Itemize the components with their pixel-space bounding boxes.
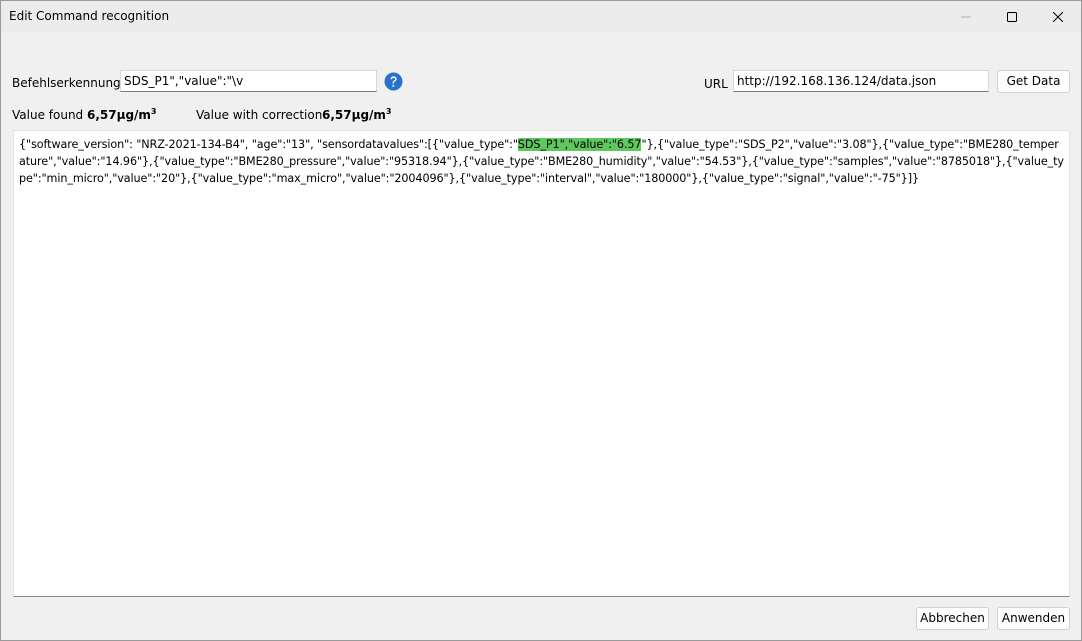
get-data-button[interactable]: Get Data [997, 70, 1070, 93]
url-label: URL [704, 77, 728, 91]
url-input[interactable] [733, 70, 989, 92]
title-bar[interactable]: Edit Command recognition [1, 1, 1081, 32]
minimize-icon [961, 16, 971, 17]
help-icon[interactable] [384, 72, 403, 91]
minimize-button[interactable] [943, 1, 989, 32]
apply-button[interactable]: Anwenden [997, 607, 1070, 630]
dialog-window: Edit Command recognition Befehlserkennun… [0, 0, 1082, 641]
json-match-highlight: SDS_P1","value":"6.57 [517, 138, 642, 151]
close-icon [1053, 11, 1063, 22]
value-found: 6,57µg/m3 [87, 107, 157, 122]
window-title: Edit Command recognition [9, 9, 170, 23]
maximize-button[interactable] [989, 1, 1035, 32]
value-correction: 6,57µg/m3 [322, 107, 392, 122]
command-label: Befehlserkennung [12, 76, 121, 90]
command-input[interactable] [120, 70, 377, 92]
value-correction-label: Value with correction [196, 108, 323, 122]
json-text-area[interactable]: {"software_version": "NRZ-2021-134-B4", … [13, 130, 1070, 597]
value-found-label: Value found [12, 108, 84, 122]
json-text-before: {"software_version": "NRZ-2021-134-B4", … [19, 138, 518, 151]
close-button[interactable] [1035, 1, 1081, 32]
cancel-button[interactable]: Abbrechen [916, 607, 989, 630]
maximize-icon [1007, 11, 1017, 22]
